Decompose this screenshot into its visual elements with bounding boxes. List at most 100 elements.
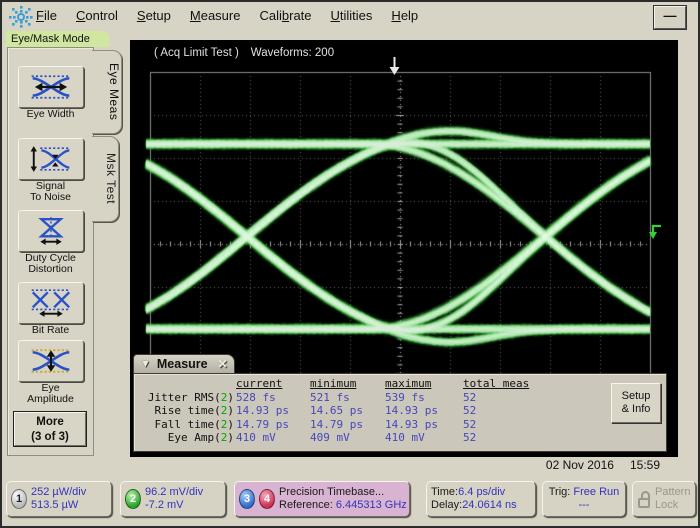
oscilloscope-screen: File Control Setup Measure Calibrate Uti… <box>0 0 700 528</box>
delay-value: 24.0614 ns <box>462 499 516 511</box>
channel-marker-icon[interactable] <box>647 223 663 241</box>
collapse-icon[interactable]: ▼ <box>140 359 151 370</box>
label: Fall time( <box>155 418 221 431</box>
scale-value: 96.2 mV/div <box>145 486 203 499</box>
tab-eye-meas[interactable]: Eye Meas <box>92 50 122 134</box>
eye-amplitude-icon <box>29 347 73 375</box>
trigger-marker-icon[interactable] <box>388 57 401 76</box>
precision-timebase-button[interactable]: 3 4 Precision Timebase... Reference: 6.4… <box>234 481 410 517</box>
measure-panel: ▼ Measure ✕ current minimum maximum tota… <box>133 354 667 452</box>
scale-value: 252 µW/div <box>31 486 86 499</box>
duty-cycle-distortion-button[interactable] <box>18 210 84 252</box>
label: M <box>190 8 201 23</box>
cell-maximum: 14.93 ps <box>385 404 463 418</box>
label: F <box>36 8 44 23</box>
menu-measure[interactable]: Measure <box>190 8 241 23</box>
sidebar-panel: Eye Width Signal To Noise Duty Cycle Dis… <box>7 47 94 456</box>
menu-calibrate[interactable]: Calibrate <box>259 8 311 23</box>
eye-width-button[interactable] <box>18 66 84 108</box>
label: ) <box>227 431 234 444</box>
trigger-button[interactable]: Trig: Free Run --- <box>542 481 626 517</box>
spacer <box>136 377 236 391</box>
menu-control[interactable]: Control <box>76 8 118 23</box>
agilent-logo-icon <box>8 5 34 29</box>
trigger-readout: Trig: Free Run --- <box>549 486 620 512</box>
cell-maximum: 14.93 ps <box>385 418 463 432</box>
label: rate <box>289 8 311 23</box>
label: Eye Amp( <box>168 431 221 444</box>
time-scale-button[interactable]: Time:6.4 ps/div Delay:24.0614 ns <box>426 481 536 517</box>
col-maximum: maximum <box>385 377 463 391</box>
menu-utilities[interactable]: Utilities <box>331 8 373 23</box>
tab-msk-test[interactable]: Msk Test <box>92 136 119 222</box>
more-button[interactable]: More (3 of 3) <box>14 412 86 446</box>
pattern-lock-button[interactable]: Pattern Lock <box>632 481 696 517</box>
cell-total: 52 <box>463 418 541 432</box>
eye-width-icon <box>29 73 73 101</box>
menu-setup[interactable]: Setup <box>137 8 171 23</box>
col-current: current <box>236 377 310 391</box>
menu-bar: File Control Setup Measure Calibrate Uti… <box>2 2 698 32</box>
label: ontrol <box>85 8 118 23</box>
bit-rate-label: Bit Rate <box>8 325 93 336</box>
table-row: Eye Amp(2) 410 mV 409 mV 410 mV 52 <box>134 431 666 445</box>
eye-amplitude-button[interactable] <box>18 340 84 382</box>
label: S <box>137 8 146 23</box>
cell-minimum: 14.65 ps <box>310 404 385 418</box>
channel-2-button[interactable]: 2 96.2 mV/div -7.2 mV <box>120 481 226 517</box>
label: ) <box>227 391 234 404</box>
reference-line: Reference: 6.445313 GHz <box>279 499 407 512</box>
eye-amplitude-label2: Amplitude <box>8 394 93 405</box>
col-total-meas: total meas <box>463 377 541 391</box>
menu-help[interactable]: Help <box>391 8 418 23</box>
minimize-button[interactable]: — <box>654 6 686 29</box>
channel-2-readout: 96.2 mV/div -7.2 mV <box>145 486 203 512</box>
label: Cali <box>259 8 281 23</box>
cell-minimum: 409 mV <box>310 431 385 445</box>
channel-bar: 1 252 µW/div 513.5 µW 2 96.2 mV/div -7.2… <box>2 480 698 518</box>
date-label: 02 Nov 2016 <box>546 458 614 472</box>
time-label: Time: <box>431 486 458 498</box>
measure-table: current minimum maximum total meas Jitte… <box>133 373 667 452</box>
timebase-readout: Precision Timebase... Reference: 6.44531… <box>279 486 407 512</box>
mode-label: Eye/Mask Mode <box>6 31 109 47</box>
signal-to-noise-button[interactable] <box>18 138 84 180</box>
cell-total: 52 <box>463 431 541 445</box>
label: tilities <box>340 8 373 23</box>
cell-minimum: 14.79 ps <box>310 418 385 432</box>
label: ) <box>227 404 234 417</box>
cell-current: 410 mV <box>236 431 310 445</box>
label: Pattern <box>655 486 690 499</box>
channel-1-readout: 252 µW/div 513.5 µW <box>31 486 86 512</box>
label: elp <box>401 8 418 23</box>
duty-cycle-label2: Distortion <box>8 264 93 275</box>
row-label: Eye Amp(2) <box>136 431 236 445</box>
setup-label: Setup <box>612 390 660 403</box>
measure-panel-title: Measure <box>157 357 208 371</box>
channel-2-badge: 2 <box>125 489 141 509</box>
bit-rate-icon <box>29 288 73 318</box>
time-line: Time:6.4 ps/div <box>431 486 517 499</box>
label: Lock <box>655 499 690 512</box>
setup-info-button[interactable]: Setup & Info <box>611 383 661 423</box>
menu-file[interactable]: File <box>36 8 57 23</box>
channel-1-button[interactable]: 1 252 µW/div 513.5 µW <box>6 481 112 517</box>
label: ile <box>44 8 57 23</box>
measure-panel-tab[interactable]: ▼ Measure ✕ <box>133 354 235 374</box>
trig-value: Free Run <box>573 486 619 498</box>
reference-value: 6.445313 GHz <box>336 499 407 511</box>
channel-3-badge: 3 <box>239 489 255 509</box>
label: H <box>391 8 400 23</box>
bit-rate-button[interactable] <box>18 282 84 324</box>
label: easure <box>201 8 241 23</box>
cell-total: 52 <box>463 404 541 418</box>
signal-to-noise-label2: To Noise <box>8 192 93 203</box>
row-label: Jitter RMS(2) <box>136 391 236 405</box>
cell-maximum: 410 mV <box>385 431 463 445</box>
label: C <box>76 8 85 23</box>
reference-label: Reference: <box>279 499 333 511</box>
close-icon[interactable]: ✕ <box>218 357 228 371</box>
col-minimum: minimum <box>310 377 385 391</box>
label: ) <box>227 418 234 431</box>
table-row: Jitter RMS(2) 528 fs 521 fs 539 fs 52 <box>134 391 666 405</box>
